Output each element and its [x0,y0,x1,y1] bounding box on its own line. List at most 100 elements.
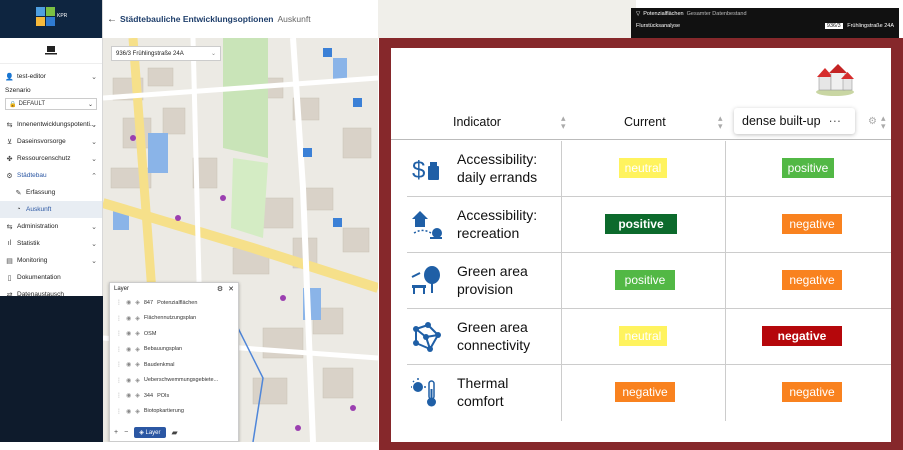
chevron-down-icon: ⌄ [91,257,97,265]
indicator-table: Indicator ▴ ▾ Current ▴ ▾ dense built-up ·… [391,48,891,442]
page-title: Städtebauliche Entwicklungsoptionen [120,14,274,24]
sidebar-item-innenentwicklung[interactable]: ⇆ Innenentwicklungspotenti... ⌄ [0,116,102,133]
drag-handle-icon[interactable]: ⋮ [116,392,122,399]
scenario-name: dense built-up [742,114,821,128]
layer-button[interactable]: ◈ Layer [134,426,166,438]
layer-row[interactable]: ⋮ ◉ ◈ Biotopkartierung [110,404,238,420]
close-icon[interactable]: ✕ [228,285,234,293]
chevron-down-icon: ⌄ [91,155,97,163]
layer-row[interactable]: ⋮ ◉ ◈ OSM [110,326,238,342]
scenario-label: Szenario [5,87,31,94]
eye-icon[interactable]: ◉ [126,377,131,384]
layer-name: Flächennutzungsplan [143,315,197,322]
sidebar-item-ressourcenschutz[interactable]: ✤ Ressourcenschutz ⌄ [0,150,102,167]
eye-icon[interactable]: ◉ [126,392,131,399]
layer-row[interactable]: ⋮ ◉ ◈ 344 POIs [110,388,238,404]
eye-icon[interactable]: ◉ [126,299,131,306]
scenario-column-header[interactable]: dense built-up ··· [734,108,855,134]
layer-name: POIs [157,392,170,399]
sidebar-item-label: Monitoring [17,257,48,264]
brand-logo [0,38,102,64]
more-icon[interactable]: ··· [829,114,842,128]
gear-icon[interactable]: ⚙ [868,116,877,127]
shopping-icon: $ [407,141,447,197]
scenario-select[interactable]: 🔒 DEFAULT ⌄ [5,98,97,110]
user-name: test-editor [17,73,46,80]
user-icon: 👤 [5,73,14,81]
status-badge: neutral [619,158,667,178]
sort-icon[interactable]: ▴ ▾ [561,114,566,131]
table-row: Green area provision positive negative [407,253,891,309]
admin-icon: ⇆ [6,223,13,231]
app-logo[interactable]: KPR [0,0,102,38]
sidebar-item-dokumentation[interactable]: ▯ Dokumentation [0,269,102,286]
address-search[interactable]: 936/3 Frühlingstraße 24A ⌄ [111,46,221,61]
parcel-address: Frühlingstraße 24A [847,23,894,29]
network-icon [407,309,447,365]
table-header: Indicator ▴ ▾ Current ▴ ▾ dense built-up ·… [391,106,891,140]
sidebar: KPR 👤 test-editor ⌄ Szenario 🔒 DEFAULT ⌄… [0,0,103,450]
basemap-icon[interactable]: ▰ [172,428,178,437]
sort-icon[interactable]: ▴ ▾ [881,114,886,131]
sidebar-item-administration[interactable]: ⇆ Administration ⌄ [0,218,102,235]
layer-row[interactable]: ⋮ ◉ ◈ Bebauungsplan [110,342,238,358]
layer-name: Baudenkmal [143,361,175,368]
drag-handle-icon[interactable]: ⋮ [116,330,122,337]
lock-icon: 🔒 [9,101,17,108]
sidebar-item-erfassung[interactable]: ✎ Erfassung [0,184,102,201]
drag-handle-icon[interactable]: ⋮ [116,361,122,368]
park-icon [407,253,447,309]
sidebar-item-auskunft[interactable]: ◔ Auskunft [0,201,102,218]
drag-handle-icon[interactable]: ⋮ [116,346,122,353]
layer-row[interactable]: ⋮ ◉ ◈ 847 Potenzialflächen [110,295,238,311]
layer-type-icon: ◈ [135,393,140,400]
drag-handle-icon[interactable]: ⋮ [116,377,122,384]
layer-row[interactable]: ⋮ ◉ ◈ Flächennutzungsplan [110,311,238,327]
layer-name: Bebauungsplan [143,346,183,353]
eye-icon[interactable]: ◉ [126,330,131,337]
table-row: Green area connectivity neutral negative [407,309,891,365]
eye-icon[interactable]: ◉ [126,346,131,353]
zoom-out-button[interactable]: − [124,429,128,436]
chevron-down-icon: ⌄ [91,73,97,81]
layer-panel: Layer ⚙ ✕ ⋮ ◉ ◈ 847 Potenzialflächen ⋮ ◉… [109,282,239,442]
sidebar-item-label: Ressourcenschutz [17,155,71,162]
eye-icon[interactable]: ◉ [126,361,131,368]
drag-handle-icon[interactable]: ⋮ [116,315,122,322]
sort-icon[interactable]: ▴ ▾ [718,114,723,131]
layer-panel-footer: + − ◈ Layer ▰ [110,423,238,441]
layer-name: OSM [143,330,157,337]
drag-handle-icon[interactable]: ⋮ [116,299,122,306]
leaf-icon: ✤ [6,155,13,163]
indicator-label: Green area provision [457,263,528,297]
user-menu[interactable]: 👤 test-editor ⌄ [0,68,102,85]
sidebar-item-monitoring[interactable]: ▤ Monitoring ⌄ [0,252,102,269]
sidebar-item-statistik[interactable]: ıl Statistik ⌄ [0,235,102,252]
drag-handle-icon[interactable]: ⋮ [116,408,122,415]
chevron-down-icon: ⌄ [91,240,97,248]
map-view[interactable]: 936/3 Frühlingstraße 24A ⌄ Layer ⚙ ✕ ⋮ ◉… [103,38,378,442]
layers-icon: ◈ [139,429,144,436]
layer-type-icon: ◈ [135,331,140,338]
column-header-indicator[interactable]: Indicator [453,115,501,129]
layer-row[interactable]: ⋮ ◉ ◈ Baudenkmal [110,357,238,373]
status-badge: negative [615,382,675,402]
eye-icon[interactable]: ◉ [126,315,131,322]
arrow-left-icon[interactable]: ← [107,14,117,25]
sidebar-item-daseinsvorsorge[interactable]: ⊻ Daseinsvorsorge ⌄ [0,133,102,150]
chevron-down-icon: ⌄ [91,138,97,146]
layer-count: 847 [143,299,154,306]
layer-type-icon: ◈ [135,408,140,415]
zoom-in-button[interactable]: + [114,429,118,436]
gear-icon[interactable]: ⚙ [217,285,223,293]
column-header-current[interactable]: Current [624,115,666,129]
layer-row[interactable]: ⋮ ◉ ◈ Ueberschwemmungsgebiete... [110,373,238,389]
sidebar-item-staedtebau[interactable]: ⚙ Städtebau ⌃ [0,167,102,184]
eye-icon[interactable]: ◉ [126,408,131,415]
layer-type-icon: ◈ [135,300,140,307]
sidebar-item-label: Auskunft [26,206,52,213]
layer-name: Biotopkartierung [143,408,184,415]
layer-count: 344 [143,392,154,399]
logo-icon: KPR [36,7,68,26]
sidebar-item-label: Dokumentation [17,274,61,281]
